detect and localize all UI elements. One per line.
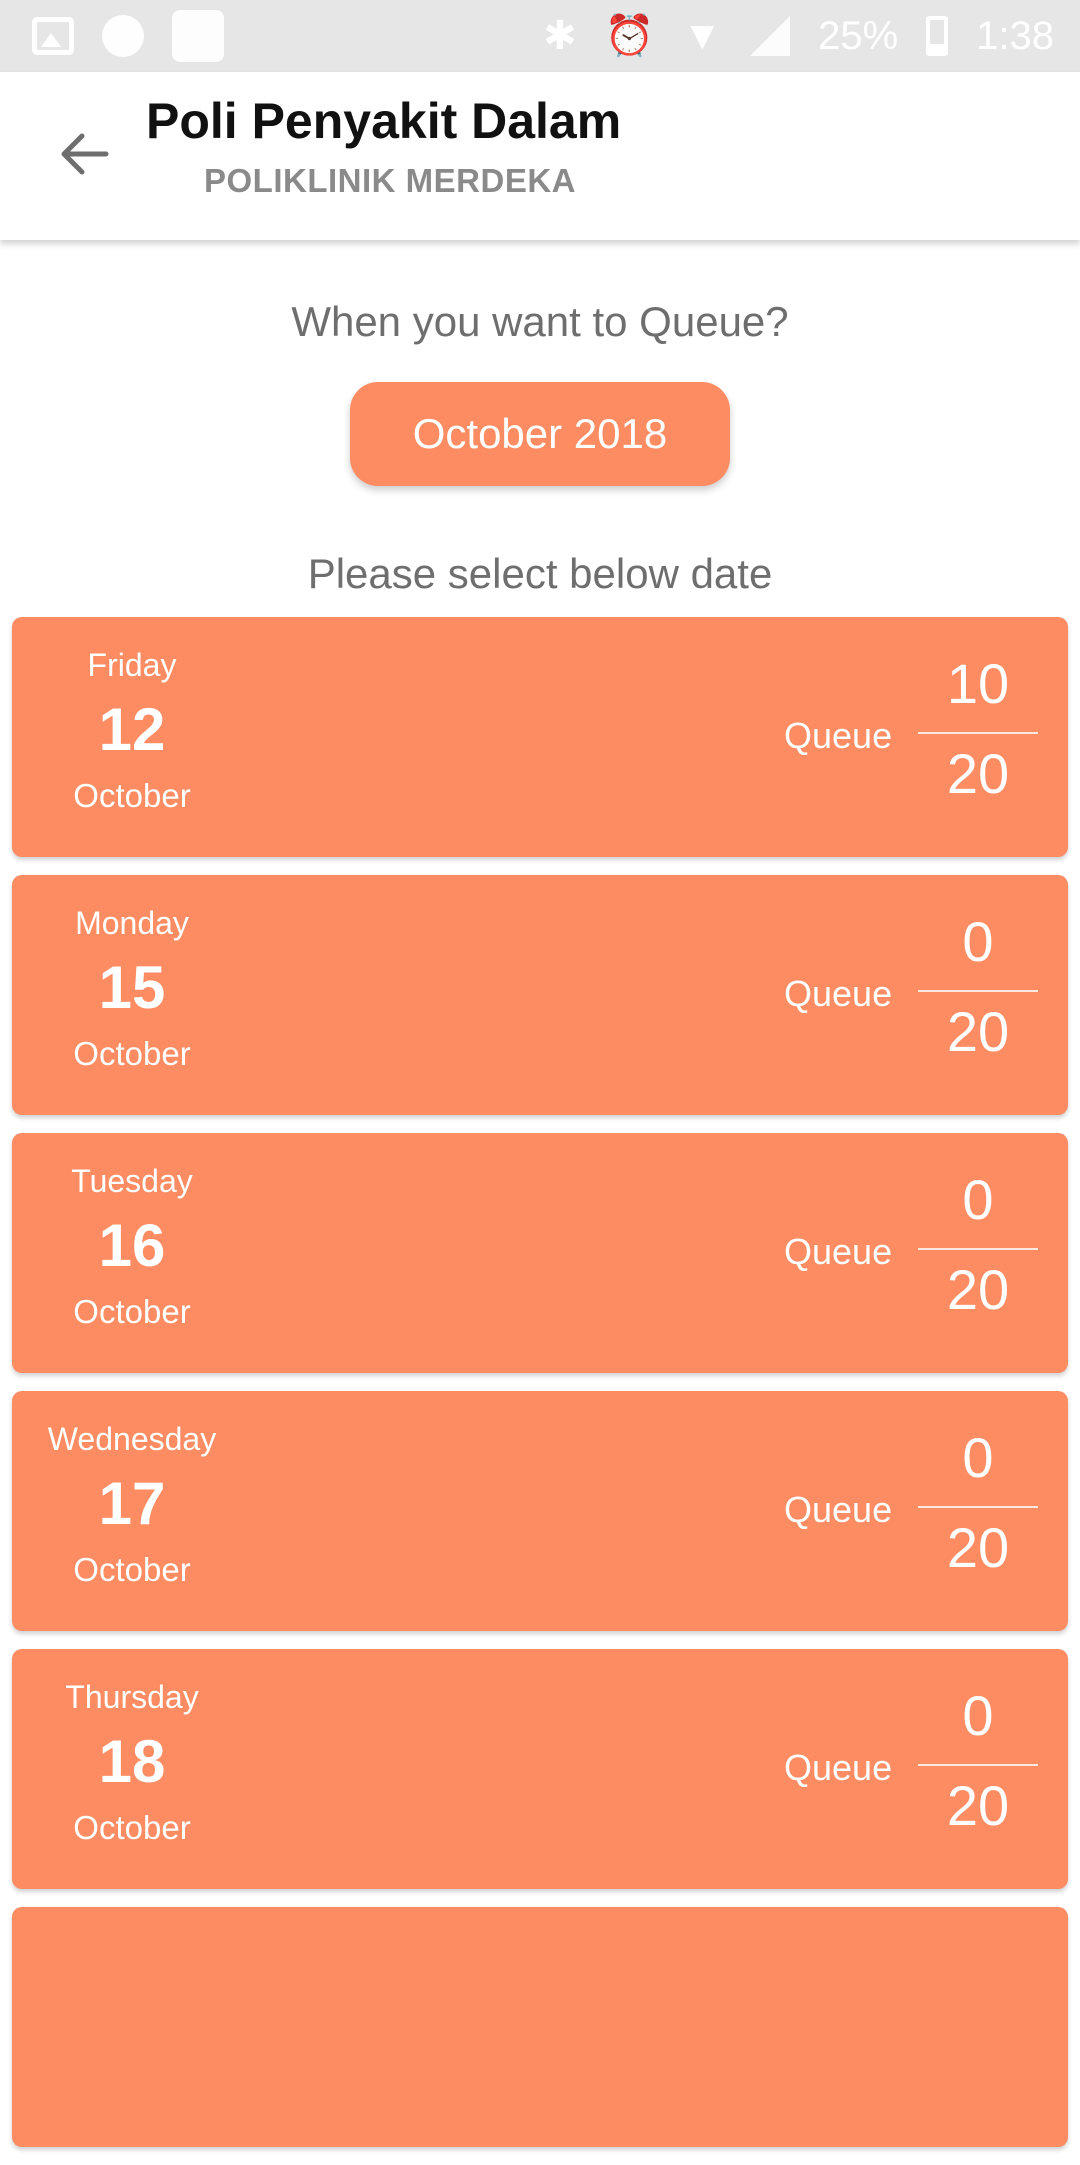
day-number: 16: [98, 1212, 166, 1279]
date-card[interactable]: Monday 15 October Queue 0 20: [12, 875, 1068, 1115]
queue-current: 0: [962, 1168, 994, 1231]
arrow-left-icon[interactable]: [52, 122, 116, 186]
queue-label: Queue: [784, 973, 893, 1014]
queue-label: Queue: [784, 1231, 893, 1272]
date-block: Thursday 18 October: [12, 1649, 252, 1889]
date-card[interactable]: Friday 12 October Queue 10 20: [12, 617, 1068, 857]
date-card[interactable]: Thursday 18 October Queue 0 20: [12, 1649, 1068, 1889]
circle-app-icon: [102, 15, 144, 57]
queue-current: 0: [962, 1684, 994, 1747]
queue-total: 20: [946, 1774, 1010, 1837]
date-card-partial[interactable]: [12, 1907, 1068, 2147]
day-number: 18: [98, 1728, 166, 1795]
queue-current: 10: [946, 652, 1010, 715]
battery-icon: [926, 16, 949, 56]
queue-current: 0: [962, 1426, 994, 1489]
queue-total: 20: [946, 1258, 1010, 1321]
date-block: Wednesday 17 October: [12, 1391, 252, 1631]
wifi-icon: ▼: [682, 14, 723, 58]
date-list: Friday 12 October Queue 10 20 Monday 15 …: [12, 617, 1068, 2165]
status-right: ✱ ⏰ ▼ 25% 1:38: [543, 14, 1054, 59]
queue-fraction: 0 20: [918, 1167, 1038, 1347]
queue-current: 0: [962, 910, 994, 973]
month-name: October: [73, 1035, 191, 1072]
queue-question: When you want to Queue?: [291, 298, 789, 345]
fraction-divider: [918, 990, 1038, 992]
date-card[interactable]: Tuesday 16 October Queue 0 20: [12, 1133, 1068, 1373]
fraction-divider: [918, 1506, 1038, 1508]
month-name: October: [73, 1551, 191, 1588]
queue-fraction: 0 20: [918, 909, 1038, 1089]
fraction-divider: [918, 1248, 1038, 1250]
day-name: Tuesday: [71, 1163, 193, 1199]
month-name: October: [73, 1293, 191, 1330]
day-name: Monday: [75, 905, 189, 941]
date-block: Friday 12 October: [12, 617, 252, 857]
date-block: Tuesday 16 October: [12, 1133, 252, 1373]
status-left: [32, 10, 224, 62]
app-bar: Poli Penyakit Dalam POLIKLINIK MERDEKA: [0, 72, 1080, 240]
clock: 1:38: [976, 13, 1054, 58]
day-name: Wednesday: [47, 1421, 217, 1457]
signal-icon: [750, 16, 791, 56]
bluetooth-icon: ✱: [543, 14, 577, 58]
queue-fraction: 0 20: [918, 1683, 1038, 1863]
day-name: Friday: [87, 647, 177, 683]
alarm-icon: ⏰: [604, 14, 655, 58]
battery-percent: 25%: [818, 13, 899, 58]
month-name: October: [73, 1809, 191, 1846]
page-title: Poli Penyakit Dalam: [146, 93, 622, 149]
status-bar: ✱ ⏰ ▼ 25% 1:38: [0, 0, 1080, 72]
day-number: 17: [98, 1470, 166, 1537]
date-block: Monday 15 October: [12, 875, 252, 1115]
queue-total: 20: [946, 742, 1010, 805]
day-number: 15: [98, 954, 166, 1021]
month-selector-button[interactable]: October 2018: [350, 382, 730, 486]
month-name: October: [73, 777, 191, 814]
page-subtitle: POLIKLINIK MERDEKA: [204, 162, 576, 199]
date-card[interactable]: Wednesday 17 October Queue 0 20: [12, 1391, 1068, 1631]
queue-fraction: 0 20: [918, 1425, 1038, 1605]
day-name: Thursday: [65, 1679, 199, 1715]
fraction-divider: [918, 732, 1038, 734]
queue-label: Queue: [784, 1747, 893, 1788]
queue-label: Queue: [784, 715, 893, 756]
date-instruction: Please select below date: [307, 550, 773, 597]
queue-total: 20: [946, 1000, 1010, 1063]
queue-fraction: 10 20: [918, 651, 1038, 831]
fraction-divider: [918, 1764, 1038, 1766]
image-icon: [32, 17, 74, 55]
queue-total: 20: [946, 1516, 1010, 1579]
day-number: 12: [98, 696, 166, 763]
grid-app-icon: [172, 10, 224, 62]
queue-label: Queue: [784, 1489, 893, 1530]
